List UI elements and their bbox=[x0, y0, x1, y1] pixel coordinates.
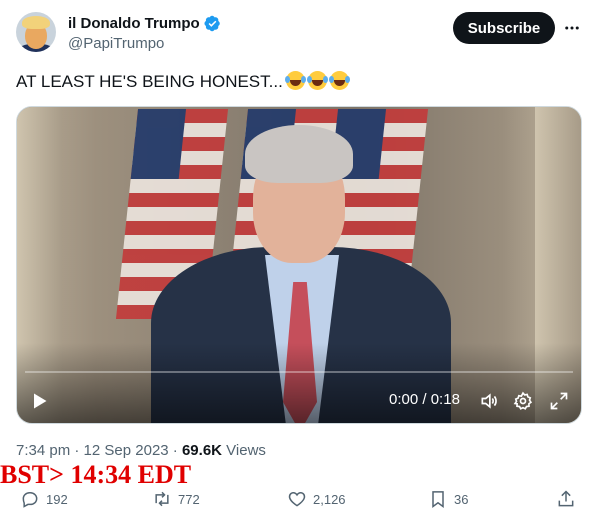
verified-badge-icon bbox=[204, 15, 220, 31]
video-speaker-hair bbox=[245, 125, 353, 183]
video-time-separator: / bbox=[422, 391, 427, 408]
user-info: il Donaldo Trumpo @PapiTrumpo bbox=[68, 13, 221, 52]
tweet-text: AT LEAST HE'S BEING HONEST... bbox=[16, 70, 349, 94]
bookmark-button[interactable]: 36 bbox=[428, 489, 468, 509]
tweet-header: il Donaldo Trumpo @PapiTrumpo Subscribe bbox=[16, 12, 582, 56]
bookmark-icon bbox=[432, 491, 444, 508]
video-duration: 0:18 bbox=[430, 391, 460, 408]
video-current-time: 0:00 bbox=[389, 391, 419, 408]
tears-of-joy-emoji-icon bbox=[328, 71, 349, 90]
like-button[interactable]: 2,126 bbox=[287, 489, 346, 509]
settings-gear-icon[interactable] bbox=[511, 389, 535, 413]
bookmark-count: 36 bbox=[454, 491, 469, 507]
display-name[interactable]: il Donaldo Trumpo bbox=[68, 15, 200, 32]
share-icon bbox=[558, 490, 574, 507]
like-count: 2,126 bbox=[313, 491, 346, 507]
reply-icon bbox=[22, 492, 38, 508]
repost-icon bbox=[155, 491, 169, 507]
share-button[interactable] bbox=[556, 489, 576, 509]
video-time: 0:00 / 0:18 bbox=[389, 391, 460, 408]
tweet-date[interactable]: 12 Sep 2023 bbox=[84, 442, 169, 459]
video-controls: 0:00 / 0:18 bbox=[17, 387, 581, 417]
fullscreen-icon[interactable] bbox=[547, 389, 571, 413]
play-icon[interactable] bbox=[27, 389, 51, 413]
views-count: 69.6K bbox=[181, 442, 222, 459]
tweet-time[interactable]: 7:34 pm bbox=[16, 442, 70, 459]
video-progress-bar[interactable] bbox=[25, 371, 573, 373]
timezone-annotation: BST> 14:34 EDT bbox=[0, 460, 192, 489]
more-options-icon[interactable] bbox=[562, 18, 582, 38]
repost-count: 772 bbox=[178, 491, 200, 507]
heart-icon bbox=[288, 491, 306, 507]
repost-button[interactable]: 772 bbox=[152, 489, 200, 509]
views-label: Views bbox=[226, 442, 266, 459]
tweet-actions: 192 772 2,126 36 bbox=[0, 489, 598, 513]
tears-of-joy-emoji-icon bbox=[306, 71, 327, 90]
reply-count: 192 bbox=[46, 491, 68, 507]
tweet-text-content: AT LEAST HE'S BEING HONEST... bbox=[16, 72, 283, 91]
user-handle[interactable]: @PapiTrumpo bbox=[68, 35, 221, 52]
subscribe-button[interactable]: Subscribe bbox=[453, 12, 555, 44]
video-player[interactable]: 0:00 / 0:18 bbox=[16, 106, 582, 424]
avatar[interactable] bbox=[16, 12, 56, 52]
tears-of-joy-emoji-icon bbox=[284, 71, 305, 90]
tweet-meta: 7:34 pm · 12 Sep 2023 · 69.6K Views bbox=[16, 442, 266, 459]
reply-button[interactable]: 192 bbox=[20, 489, 68, 509]
volume-icon[interactable] bbox=[477, 389, 501, 413]
